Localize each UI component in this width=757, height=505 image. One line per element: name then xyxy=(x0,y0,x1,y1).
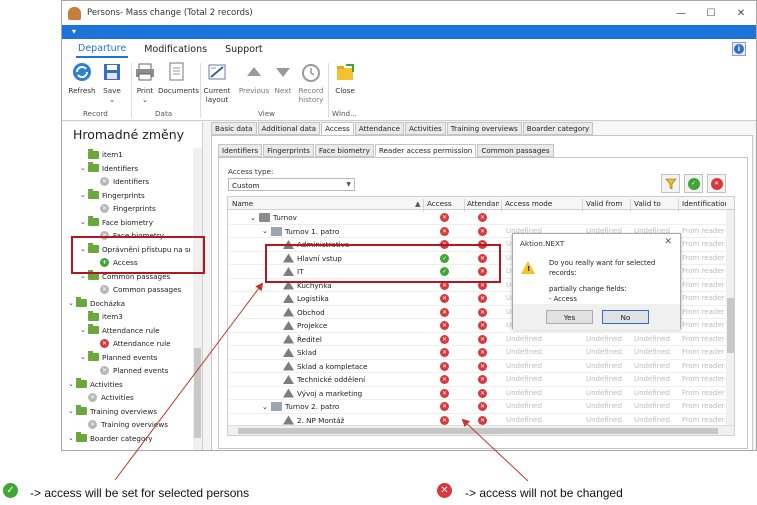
annotation-arrows xyxy=(114,282,529,482)
arrow-to-red-access xyxy=(461,418,529,482)
legend-red-text: -> access will not be changed xyxy=(465,486,623,500)
legend-check-icon: ✓ xyxy=(3,483,18,498)
legend-green-text: -> access will be set for selected perso… xyxy=(30,486,250,500)
legend-cross-icon: ✕ xyxy=(437,483,452,498)
arrow-to-green-access xyxy=(114,282,264,481)
